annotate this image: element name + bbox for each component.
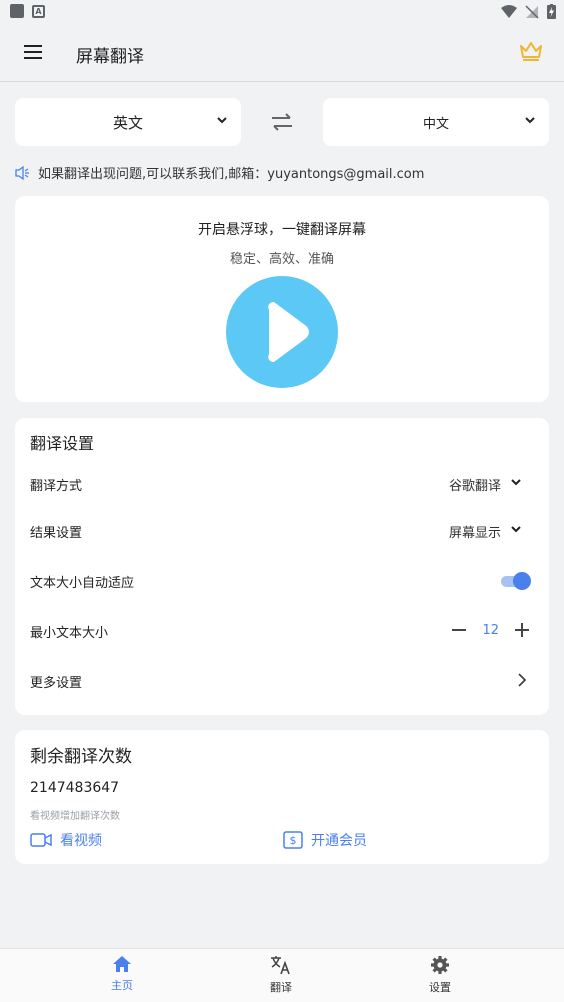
home-icon [113, 956, 131, 972]
more-settings-row[interactable]: 更多设置 [15, 659, 549, 703]
crown-icon[interactable] [518, 40, 544, 62]
quota-count: 2147483647 [30, 780, 120, 796]
floating-ball-card: 开启悬浮球，一键翻译屏幕 稳定、高效、准确 [15, 196, 549, 402]
auto-fit-row: 文本大小自动适应 [15, 559, 549, 603]
result-setting-label: 结果设置 [30, 525, 83, 541]
more-settings-label: 更多设置 [30, 675, 83, 691]
result-setting-value: 屏幕显示 [448, 525, 501, 541]
notification-app-icon [10, 4, 24, 18]
start-button[interactable] [226, 276, 338, 388]
speaker-icon [15, 165, 29, 180]
translation-settings-card: 翻译设置 翻译方式 谷歌翻译 结果设置 屏幕显示 文本大小自动适应 最小文本大小… [15, 418, 549, 715]
minus-icon[interactable] [450, 621, 468, 639]
result-setting-row[interactable]: 结果设置 屏幕显示 [15, 509, 549, 553]
watch-video-button[interactable]: 看视频 [30, 830, 102, 850]
play-icon [268, 302, 309, 362]
hero-title: 开启悬浮球，一键翻译屏幕 [198, 222, 366, 238]
nav-settings-label: 设置 [429, 981, 451, 994]
contact-notice: 如果翻译出现问题,可以联系我们,邮箱：yuyantongs@gmail.com [14, 163, 424, 182]
chevron-down-icon [511, 479, 521, 486]
translation-method-label: 翻译方式 [30, 478, 83, 494]
min-text-size-value: 12 [482, 622, 499, 638]
nav-settings[interactable]: 设置 [400, 955, 480, 995]
chevron-down-icon [525, 117, 535, 124]
video-icon [30, 833, 52, 847]
vip-button[interactable]: $ 开通会员 [283, 830, 367, 850]
bottom-navigation: 主页 翻译 设置 [0, 948, 564, 1002]
plus-icon[interactable] [513, 621, 531, 639]
nav-translate-label: 翻译 [270, 981, 292, 994]
page-title: 屏幕翻译 [76, 47, 144, 67]
nav-translate[interactable]: 翻译 [241, 955, 321, 995]
translate-icon [271, 956, 290, 975]
auto-fit-toggle[interactable] [499, 572, 531, 590]
no-signal-icon [525, 4, 539, 19]
battery-charging-icon [547, 4, 556, 19]
source-language-select[interactable]: 英文 [15, 98, 241, 146]
app-bar: 屏幕翻译 [0, 24, 564, 82]
notification-a-icon: A [32, 4, 45, 18]
min-text-size-row: 最小文本大小 12 [15, 609, 549, 653]
status-bar: A [0, 0, 564, 24]
source-language-label: 英文 [112, 113, 143, 132]
remaining-quota-card: 剩余翻译次数 2147483647 看视频增加翻译次数 看视频 $ 开通会员 [15, 730, 549, 864]
nav-home-label: 主页 [111, 979, 133, 992]
target-language-select[interactable]: 中文 [323, 98, 549, 146]
min-text-size-stepper: 12 [450, 621, 531, 639]
target-language-label: 中文 [422, 116, 449, 132]
menu-icon[interactable] [24, 45, 44, 61]
quota-title: 剩余翻译次数 [30, 747, 132, 767]
wifi-icon [501, 4, 517, 18]
chevron-down-icon [217, 117, 227, 124]
translation-method-row[interactable]: 翻译方式 谷歌翻译 [15, 462, 549, 506]
settings-title: 翻译设置 [30, 434, 95, 453]
min-text-size-label: 最小文本大小 [30, 625, 109, 641]
nav-home[interactable]: 主页 [82, 955, 162, 993]
auto-fit-label: 文本大小自动适应 [30, 575, 135, 591]
gear-icon [431, 956, 449, 974]
svg-text:$: $ [290, 834, 297, 847]
hero-subtitle: 稳定、高效、准确 [229, 252, 334, 267]
chevron-right-icon [518, 673, 527, 687]
translation-method-value: 谷歌翻译 [448, 478, 501, 494]
watch-video-label: 看视频 [60, 833, 102, 849]
vip-label: 开通会员 [311, 833, 367, 849]
swap-languages-icon[interactable] [268, 110, 296, 134]
vip-card-icon: $ [283, 831, 303, 849]
quota-hint: 看视频增加翻译次数 [30, 811, 120, 822]
chevron-down-icon [511, 526, 521, 533]
notice-text: 如果翻译出现问题,可以联系我们,邮箱：yuyantongs@gmail.com [38, 167, 425, 182]
